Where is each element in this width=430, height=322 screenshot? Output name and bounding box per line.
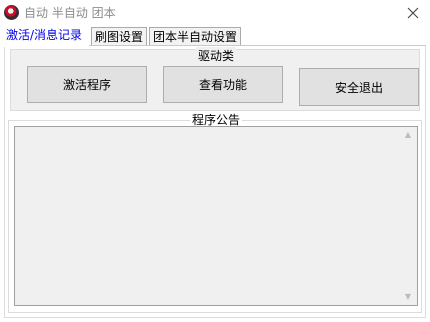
safe-exit-button[interactable]: 安全退出	[299, 68, 419, 106]
scroll-down-arrow-icon[interactable]: ▼	[399, 289, 417, 303]
notice-textarea[interactable]	[14, 126, 418, 306]
activate-button[interactable]: 激活程序	[27, 66, 147, 103]
tab-strip-divider	[89, 45, 426, 46]
tab-activation-log[interactable]: 激活/消息记录	[4, 25, 85, 47]
scroll-up-arrow-icon[interactable]: ▲	[399, 127, 417, 141]
driver-group-title: 驱动类	[196, 47, 237, 64]
tab-raid-semi-auto-settings[interactable]: 团本半自动设置	[149, 27, 242, 46]
notice-scrollbar[interactable]: ▲ ▼	[399, 127, 417, 305]
close-button[interactable]	[400, 2, 426, 24]
app-icon	[4, 5, 19, 20]
tab-dungeon-settings[interactable]: 刷图设置	[91, 27, 148, 46]
window-title: 自动 半自动 团本	[24, 6, 116, 20]
close-icon	[407, 7, 419, 19]
view-features-button[interactable]: 查看功能	[163, 66, 283, 103]
